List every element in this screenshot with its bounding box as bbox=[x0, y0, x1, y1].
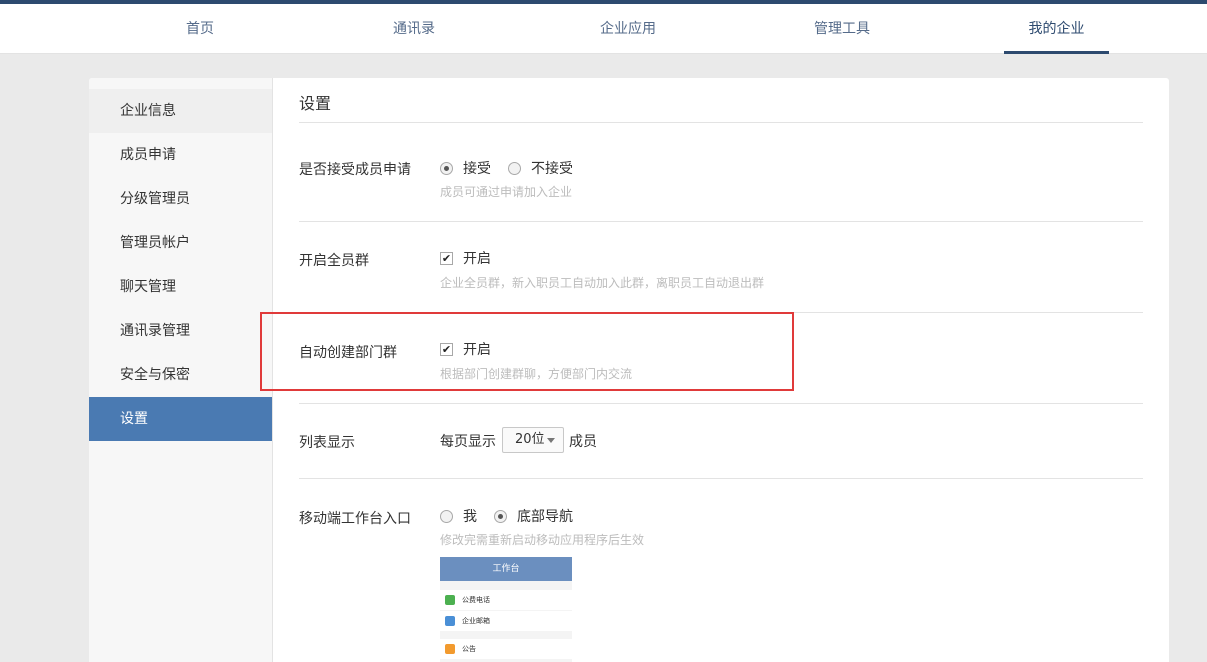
page-size-select[interactable]: 20位 bbox=[502, 427, 564, 453]
list-display-label: 列表显示 bbox=[299, 435, 355, 451]
divider bbox=[299, 221, 1143, 222]
all-group-checkbox-label: 开启 bbox=[463, 251, 491, 267]
preview-header: 工作台 bbox=[440, 557, 572, 581]
divider bbox=[299, 122, 1143, 123]
preview-row: 公告 bbox=[440, 639, 572, 659]
member-apply-label: 是否接受成员申请 bbox=[299, 162, 411, 178]
me-radio-option[interactable]: 我 bbox=[440, 506, 477, 526]
accept-radio[interactable] bbox=[440, 161, 453, 175]
nav-contacts[interactable]: 通讯录 bbox=[384, 4, 444, 54]
me-radio[interactable] bbox=[440, 509, 453, 523]
preview-row-label: 公告 bbox=[462, 645, 476, 653]
all-group-hint: 企业全员群，新入职员工自动加入此群，离职员工自动退出群 bbox=[440, 276, 765, 290]
sidebar-item-admin-account[interactable]: 管理员帐户 bbox=[89, 221, 272, 265]
all-group-label: 开启全员群 bbox=[299, 253, 369, 269]
mobile-entry-hint: 修改完需重新启动移动应用程序后生效 bbox=[440, 533, 645, 547]
reject-label: 不接受 bbox=[531, 161, 573, 177]
reject-radio-option[interactable]: 不接受 bbox=[508, 158, 573, 178]
nav-home[interactable]: 首页 bbox=[170, 4, 230, 54]
bottom-nav-label: 底部导航 bbox=[517, 509, 573, 525]
nav-enterprise-apps[interactable]: 企业应用 bbox=[590, 4, 666, 54]
top-navigation: 首页 通讯录 企业应用 管理工具 我的企业 bbox=[0, 4, 1207, 54]
page-title: 设置 bbox=[299, 94, 332, 113]
preview-row-label: 企业邮箱 bbox=[462, 617, 490, 625]
per-page-prefix: 每页显示 bbox=[440, 434, 496, 450]
sidebar-item-sub-admins[interactable]: 分级管理员 bbox=[89, 177, 272, 221]
nav-management-tools[interactable]: 管理工具 bbox=[804, 4, 880, 54]
preview-row: 企业邮箱 bbox=[440, 611, 572, 631]
preview-row-label: 公费电话 bbox=[462, 596, 490, 604]
nav-my-enterprise[interactable]: 我的企业 bbox=[1004, 4, 1109, 54]
sidebar: 企业信息 成员申请 分级管理员 管理员帐户 聊天管理 通讯录管理 安全与保密 设… bbox=[89, 78, 273, 662]
sidebar-item-member-apply[interactable]: 成员申请 bbox=[89, 133, 272, 177]
phone-icon bbox=[445, 595, 455, 605]
accept-radio-option[interactable]: 接受 bbox=[440, 158, 491, 178]
member-apply-hint: 成员可通过申请加入企业 bbox=[440, 185, 573, 199]
per-page-suffix: 成员 bbox=[569, 434, 597, 450]
highlight-box bbox=[260, 312, 794, 391]
chevron-down-icon bbox=[547, 438, 555, 443]
reject-radio[interactable] bbox=[508, 161, 521, 175]
bottom-nav-radio[interactable] bbox=[494, 509, 507, 523]
divider bbox=[299, 478, 1143, 479]
mail-icon bbox=[445, 616, 455, 626]
sidebar-item-security[interactable]: 安全与保密 bbox=[89, 353, 272, 397]
sidebar-item-enterprise-info[interactable]: 企业信息 bbox=[89, 89, 272, 133]
bottom-nav-radio-option[interactable]: 底部导航 bbox=[494, 506, 573, 526]
divider bbox=[299, 403, 1143, 404]
sidebar-item-settings[interactable]: 设置 bbox=[89, 397, 272, 441]
all-group-toggle[interactable]: ✔ 开启 bbox=[440, 248, 491, 268]
accept-label: 接受 bbox=[463, 161, 491, 177]
sidebar-item-contacts-management[interactable]: 通讯录管理 bbox=[89, 309, 272, 353]
announcement-icon bbox=[445, 644, 455, 654]
preview-row: 公费电话 bbox=[440, 590, 572, 610]
me-label: 我 bbox=[463, 509, 477, 525]
all-group-checkbox[interactable]: ✔ bbox=[440, 251, 453, 265]
sidebar-item-chat-management[interactable]: 聊天管理 bbox=[89, 265, 272, 309]
workbench-preview: 工作台 公费电话 企业邮箱 公告 bbox=[440, 557, 572, 662]
mobile-entry-label: 移动端工作台入口 bbox=[299, 511, 411, 527]
page-size-value: 20位 bbox=[515, 432, 545, 447]
